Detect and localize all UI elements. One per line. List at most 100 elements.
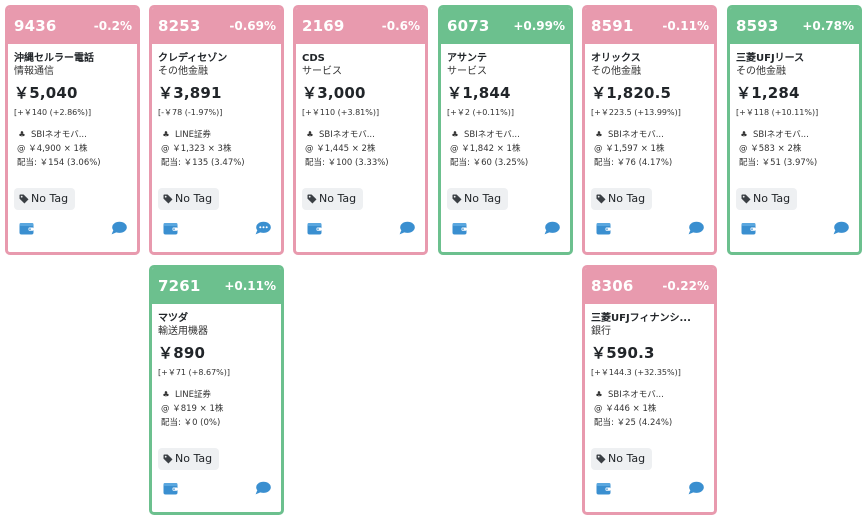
user-icon: ♣ (740, 130, 748, 139)
card-body: 沖縄セルラー電話 情報通信 ￥5,040 [+￥140 (+2.86%)] ♣ … (8, 44, 137, 252)
tag-button[interactable]: No Tag (736, 188, 798, 210)
wallet-icon[interactable] (307, 222, 322, 235)
wallet-icon[interactable] (163, 482, 178, 495)
tag-icon (741, 194, 753, 204)
user-icon: ♣ (595, 130, 603, 139)
broker-row: ♣ SBIネオモバ... (591, 388, 708, 402)
holding-row: @ ￥1,445 × 2株 (305, 144, 376, 154)
card-header: 8253 -0.69% (152, 8, 281, 44)
price-change: +0.78% (802, 19, 854, 33)
tag-button[interactable]: No Tag (158, 188, 220, 210)
card-actions (596, 481, 704, 495)
wallet-icon[interactable] (19, 222, 34, 235)
chat-icon[interactable] (255, 481, 271, 495)
stock-code: 8593 (736, 17, 779, 35)
gain-loss: [+￥144.3 (+32.35%)] (591, 368, 681, 377)
wallet-icon[interactable] (452, 222, 467, 235)
stock-card[interactable]: 6073 +0.99% アサンテ サービス ￥1,844 [+￥2 (+0.11… (438, 5, 573, 255)
current-price: ￥1,284 (736, 84, 800, 102)
user-icon: ♣ (162, 390, 170, 399)
card-actions (741, 221, 849, 235)
dividend-row: 配当: ￥60 (3.25%) (450, 158, 529, 168)
price-change: -0.2% (93, 19, 132, 33)
card-actions (163, 221, 271, 235)
chat-icon[interactable] (688, 481, 704, 495)
dividend-row: 配当: ￥25 (4.24%) (594, 418, 673, 428)
price-change: +0.11% (224, 279, 276, 293)
tag-icon (307, 194, 319, 204)
stock-card[interactable]: 7261 +0.11% マツダ 輸送用機器 ￥890 [+￥71 (+8.67%… (149, 265, 284, 515)
holding-info: ♣ SBIネオモバ... @ ￥583 × 2株 配当: ￥51 (3.97%) (736, 128, 853, 170)
wallet-icon[interactable] (163, 222, 178, 235)
card-header: 8593 +0.78% (730, 8, 859, 44)
tag-button[interactable]: No Tag (591, 188, 653, 210)
stock-card[interactable]: 9436 -0.2% 沖縄セルラー電話 情報通信 ￥5,040 [+￥140 (… (5, 5, 140, 255)
holding-info: ♣ LINE証券 @ ￥1,323 × 3株 配当: ￥135 (3.47%) (158, 128, 275, 170)
tag-label: No Tag (31, 192, 69, 205)
price-change: -0.69% (229, 19, 276, 33)
sector-label: 情報通信 (14, 66, 54, 77)
broker-row: ♣ LINE証券 (158, 128, 275, 142)
stock-card[interactable]: 8593 +0.78% 三菱UFJリース その他金融 ￥1,284 [+￥118… (727, 5, 862, 255)
tag-button[interactable]: No Tag (447, 188, 509, 210)
stock-code: 8253 (158, 17, 201, 35)
holding-row: @ ￥4,900 × 1株 (17, 144, 88, 154)
dividend-row: 配当: ￥51 (3.97%) (739, 158, 818, 168)
company-name: 三菱UFJフィナンシ... (591, 313, 691, 324)
stock-code: 6073 (447, 17, 490, 35)
chat-dots-icon[interactable] (255, 221, 271, 235)
company-name: マツダ (158, 313, 188, 324)
tag-button[interactable]: No Tag (591, 448, 653, 470)
stock-code: 9436 (14, 17, 57, 35)
stock-code: 2169 (302, 17, 345, 35)
broker-row: ♣ SBIネオモバ... (14, 128, 131, 142)
chat-icon[interactable] (688, 221, 704, 235)
tag-icon (452, 194, 464, 204)
sector-label: 輸送用機器 (158, 326, 208, 337)
dividend-row: 配当: ￥0 (0%) (161, 418, 221, 428)
holding-info: ♣ SBIネオモバ... @ ￥446 × 1株 配当: ￥25 (4.24%) (591, 388, 708, 430)
chat-icon[interactable] (833, 221, 849, 235)
current-price: ￥890 (158, 344, 206, 362)
tag-button[interactable]: No Tag (14, 188, 76, 210)
stock-card[interactable]: 2169 -0.6% CDS サービス ￥3,000 [+￥110 (+3.81… (293, 5, 428, 255)
stock-card[interactable]: 8306 -0.22% 三菱UFJフィナンシ... 銀行 ￥590.3 [+￥1… (582, 265, 717, 515)
stock-card[interactable]: 8591 -0.11% オリックス その他金融 ￥1,820.5 [+￥223.… (582, 5, 717, 255)
chat-icon[interactable] (399, 221, 415, 235)
sector-label: 銀行 (591, 326, 611, 337)
wallet-icon[interactable] (596, 482, 611, 495)
company-name: オリックス (591, 53, 641, 64)
card-body: 三菱UFJフィナンシ... 銀行 ￥590.3 [+￥144.3 (+32.35… (585, 304, 714, 512)
user-icon: ♣ (162, 130, 170, 139)
chat-icon[interactable] (111, 221, 127, 235)
gain-loss: [+￥118 (+10.11%)] (736, 108, 819, 117)
holding-row: @ ￥583 × 2株 (739, 144, 802, 154)
gain-loss: [-￥78 (-1.97%)] (158, 108, 223, 117)
dividend-row: 配当: ￥76 (4.17%) (594, 158, 673, 168)
dividend-row: 配当: ￥154 (3.06%) (17, 158, 101, 168)
gain-loss: [+￥140 (+2.86%)] (14, 108, 92, 117)
broker-row: ♣ LINE証券 (158, 388, 275, 402)
sector-label: サービス (447, 66, 487, 77)
chat-icon[interactable] (544, 221, 560, 235)
wallet-icon[interactable] (741, 222, 756, 235)
card-header: 8306 -0.22% (585, 268, 714, 304)
tag-label: No Tag (464, 192, 502, 205)
gain-loss: [+￥110 (+3.81%)] (302, 108, 380, 117)
holding-info: ♣ SBIネオモバ... @ ￥1,597 × 1株 配当: ￥76 (4.17… (591, 128, 708, 170)
stock-card[interactable]: 8253 -0.69% クレディセゾン その他金融 ￥3,891 [-￥78 (… (149, 5, 284, 255)
user-icon: ♣ (595, 390, 603, 399)
broker-name: SBIネオモバ... (31, 130, 87, 140)
card-header: 6073 +0.99% (441, 8, 570, 44)
wallet-icon[interactable] (596, 222, 611, 235)
tag-label: No Tag (319, 192, 357, 205)
card-header: 2169 -0.6% (296, 8, 425, 44)
tag-button[interactable]: No Tag (158, 448, 220, 470)
user-icon: ♣ (306, 130, 314, 139)
sector-label: その他金融 (736, 66, 786, 77)
tag-button[interactable]: No Tag (302, 188, 364, 210)
broker-row: ♣ SBIネオモバ... (736, 128, 853, 142)
company-name: 三菱UFJリース (736, 53, 805, 64)
card-actions (596, 221, 704, 235)
card-body: マツダ 輸送用機器 ￥890 [+￥71 (+8.67%)] ♣ LINE証券 … (152, 304, 281, 512)
